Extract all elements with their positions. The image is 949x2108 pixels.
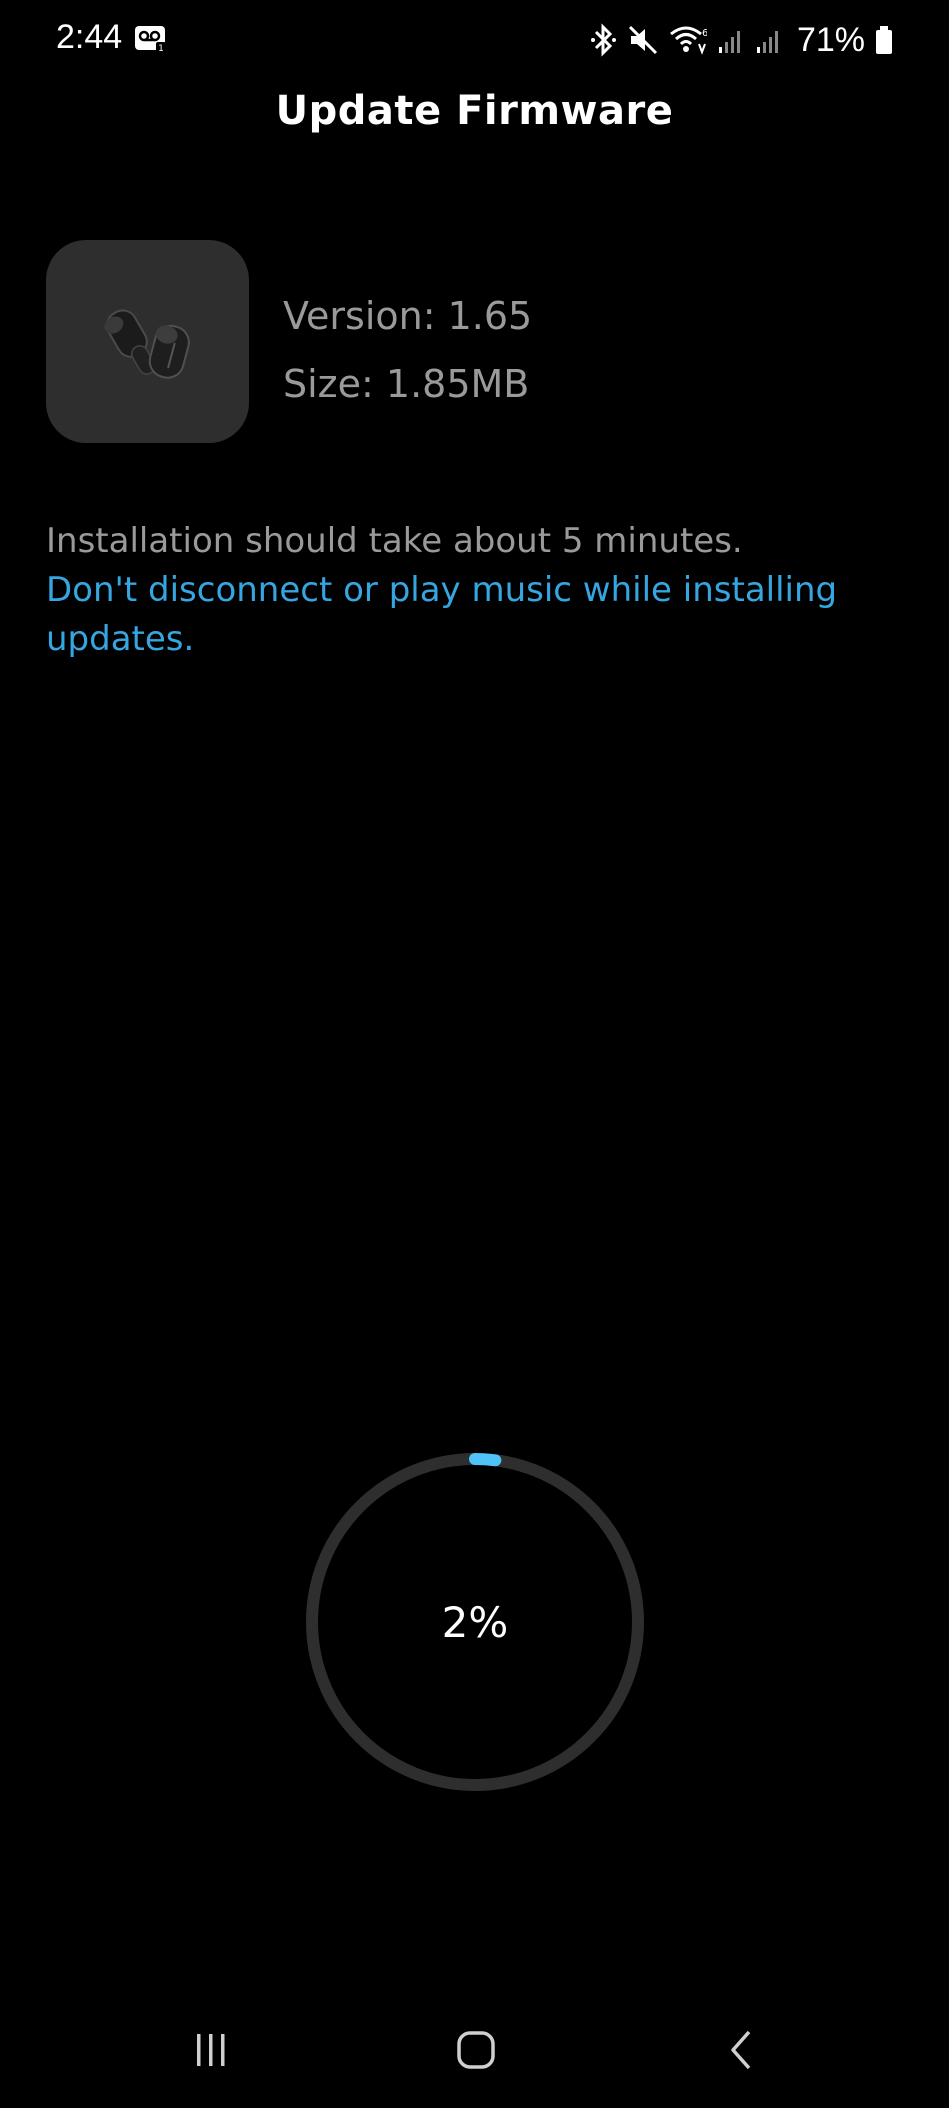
mute-icon (627, 24, 659, 56)
home-icon (457, 2031, 495, 2069)
signal-icon (755, 25, 783, 55)
recents-icon (197, 2034, 225, 2066)
bluetooth-icon (590, 23, 617, 57)
back-button[interactable] (683, 2010, 803, 2090)
voicemail-icon: 1 (134, 24, 168, 54)
navigation-bar (0, 2010, 949, 2090)
install-time-message: Installation should take about 5 minutes… (46, 521, 743, 561)
recents-button[interactable] (151, 2010, 271, 2090)
firmware-info: Version: 1.65 Size: 1.85MB (283, 282, 532, 418)
install-warning-message: Don't disconnect or play music while ins… (46, 570, 838, 659)
firmware-size: Size: 1.85MB (283, 362, 530, 406)
home-button[interactable] (416, 2010, 536, 2090)
wifi-icon: 6 (669, 24, 707, 56)
signal-icon (717, 25, 745, 55)
device-thumbnail (46, 240, 249, 443)
battery-percent: 71% (796, 20, 865, 59)
battery-icon (875, 25, 893, 55)
progress-ring: 2% (303, 1450, 647, 1794)
progress-percent: 2% (441, 1597, 509, 1647)
status-time: 2:44 (56, 18, 123, 56)
status-icons: 6 71% (590, 18, 893, 62)
page-title: Update Firmware (275, 88, 674, 134)
firmware-version: Version: 1.65 (283, 294, 533, 338)
back-icon (731, 2030, 751, 2070)
svg-text:6: 6 (702, 28, 707, 39)
svg-text:1: 1 (158, 44, 164, 54)
status-bar: 2:44 1 6 71% (0, 0, 949, 80)
earbuds-image (104, 309, 190, 379)
